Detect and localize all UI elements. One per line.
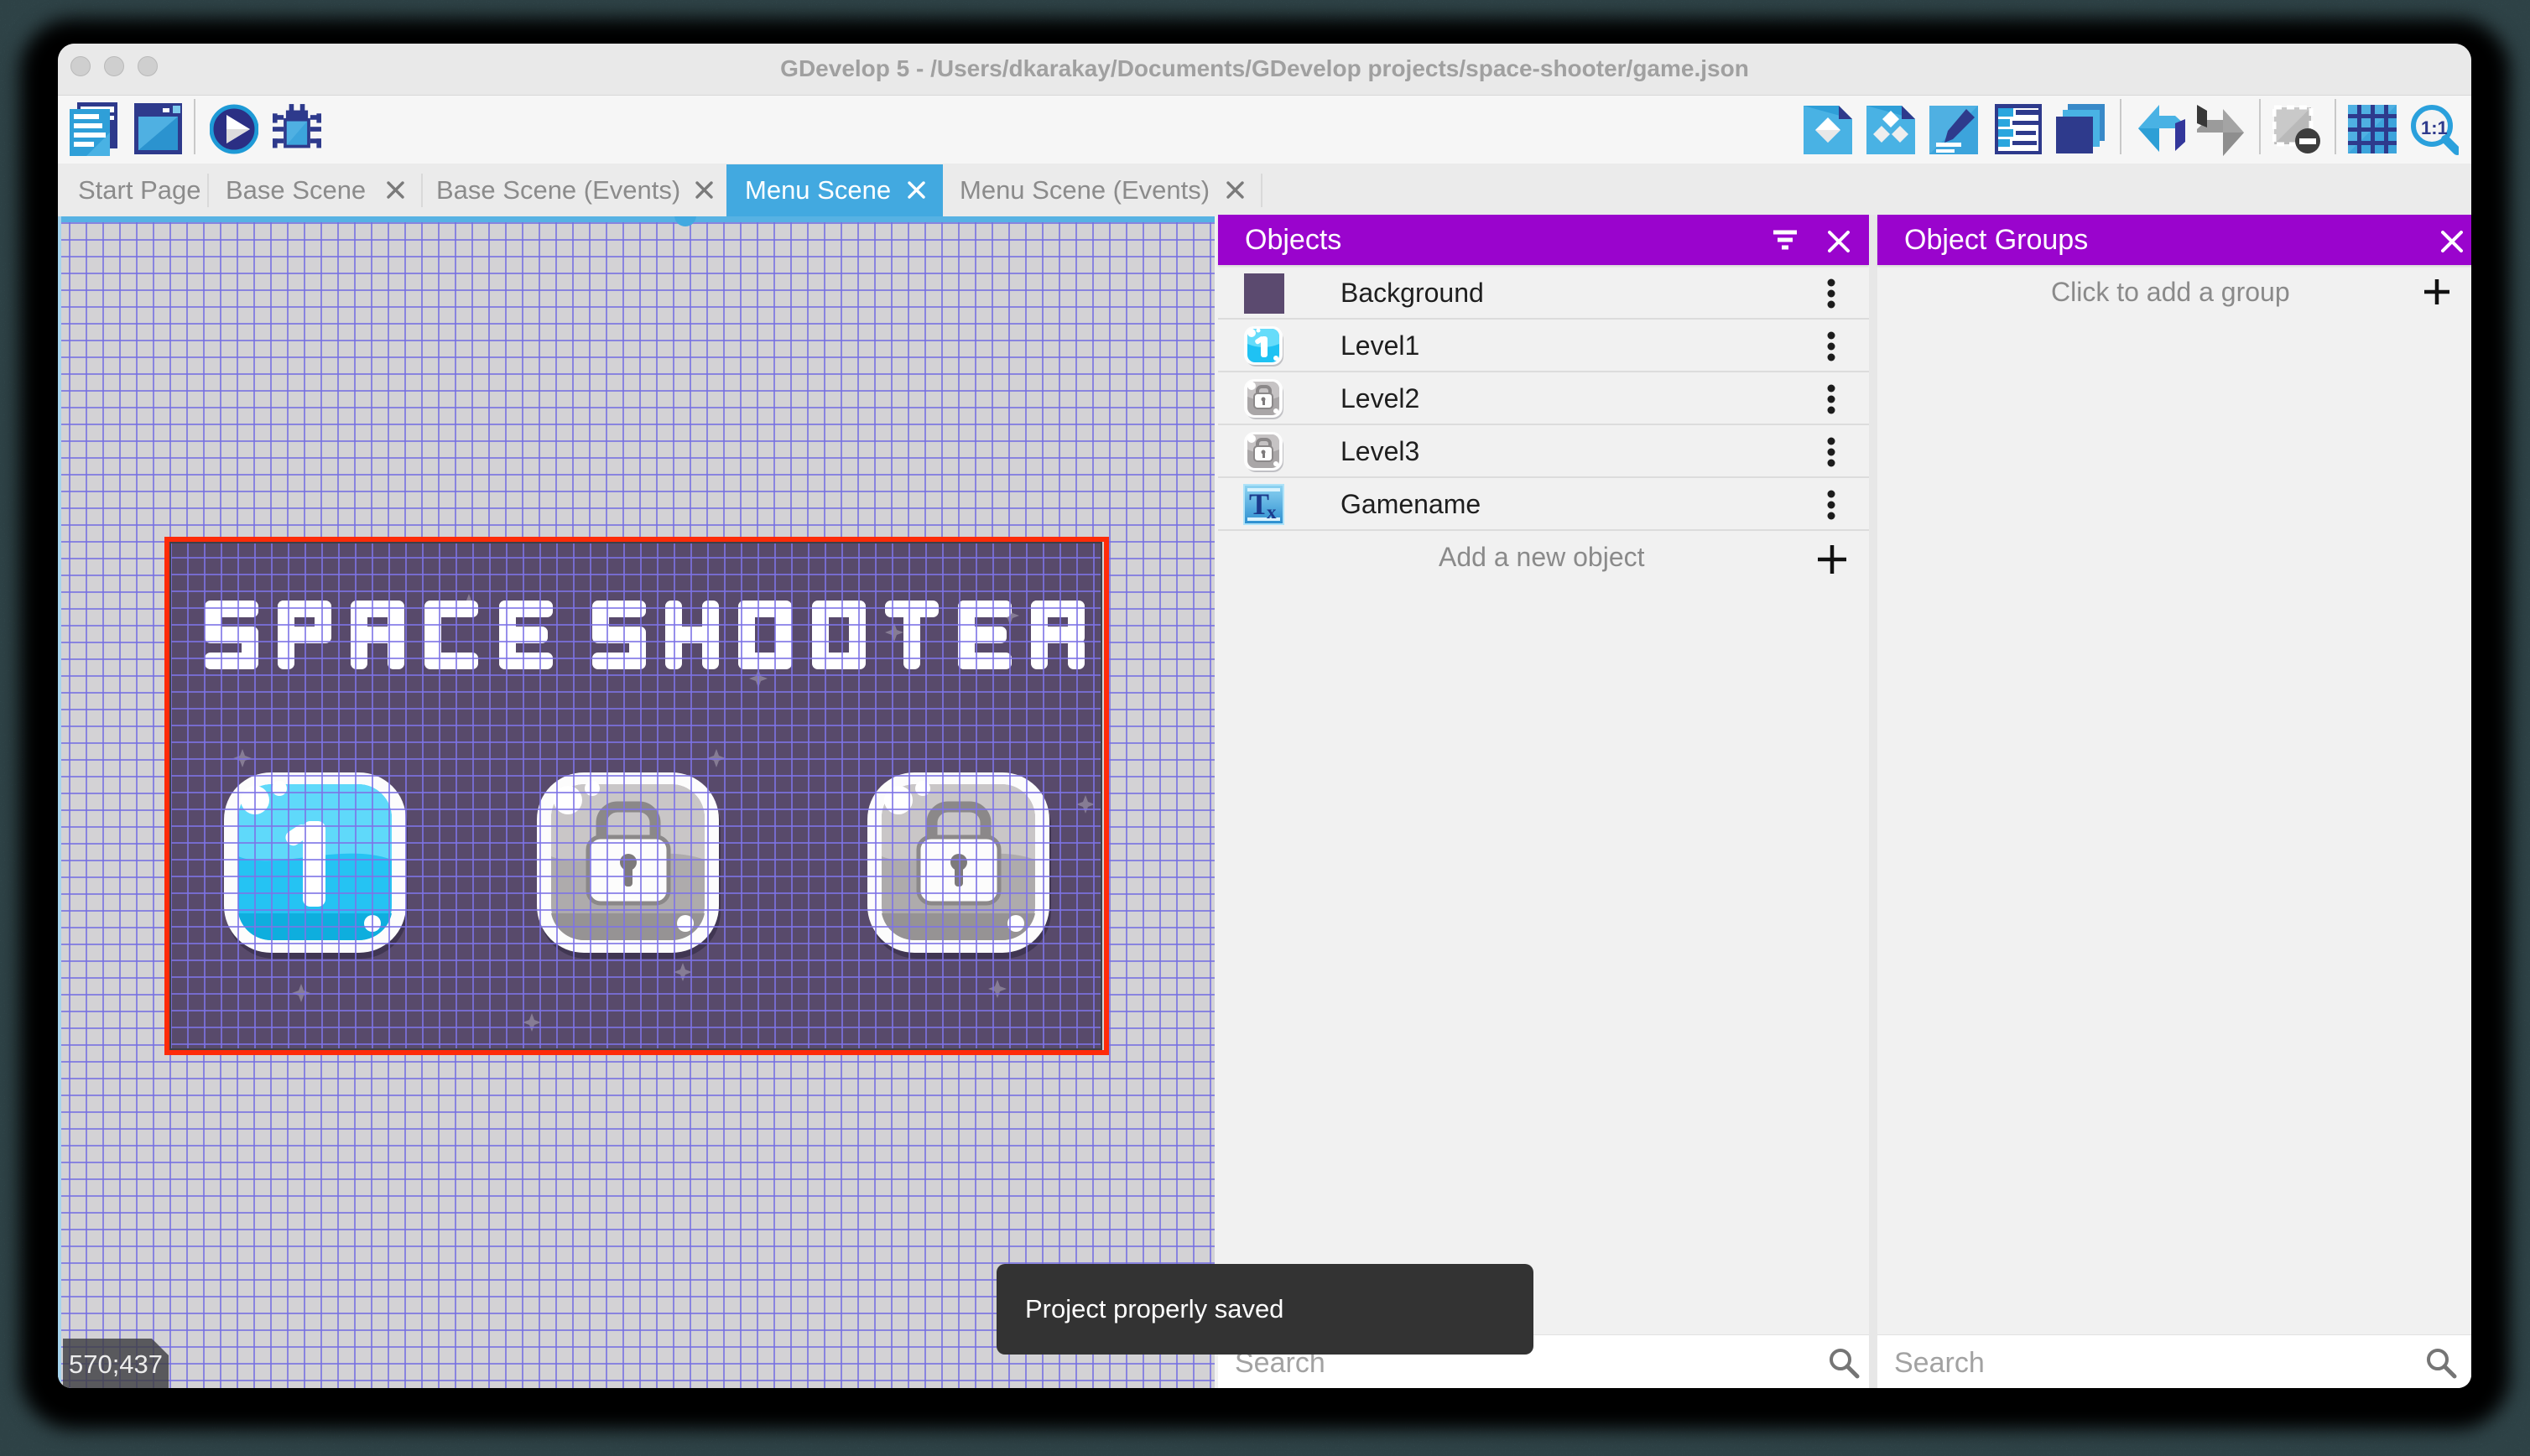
svg-text:1:1: 1:1 (2421, 117, 2448, 138)
svg-text:x: x (1267, 502, 1277, 523)
